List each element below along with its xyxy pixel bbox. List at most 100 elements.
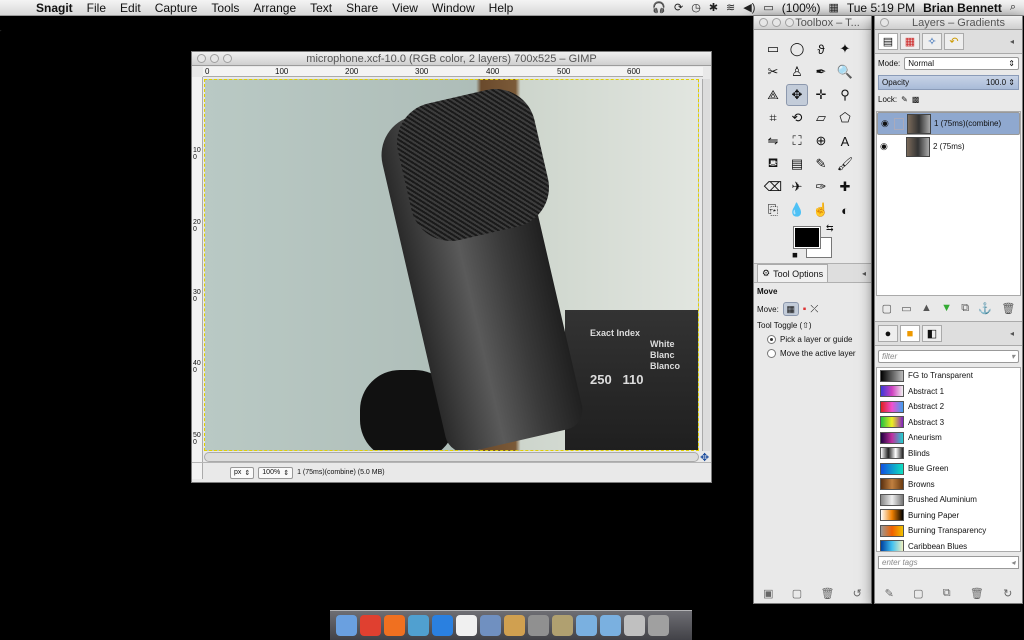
user-name[interactable]: Brian Bennett	[923, 1, 1002, 15]
dodge-icon[interactable]: ◐	[834, 199, 856, 221]
unified-transform-icon[interactable]: ⊕	[810, 130, 832, 152]
chain-toggle[interactable]	[894, 117, 904, 130]
dock-photo-icon[interactable]	[504, 615, 525, 636]
reset-options-icon[interactable]: ↺	[853, 587, 862, 600]
vertical-scrollbar[interactable]	[702, 79, 710, 451]
battery-icon[interactable]: ▭	[763, 1, 773, 14]
clock[interactable]: Tue 5:19 PM	[847, 1, 915, 15]
toolbox-titlebar[interactable]: Toolbox – T...	[754, 16, 871, 30]
zoom-select[interactable]: 100% ⇕	[258, 466, 294, 479]
dock-gimp-icon[interactable]	[552, 615, 573, 636]
gradient-item[interactable]: Browns	[877, 477, 1020, 493]
menu-window[interactable]: Window	[432, 1, 475, 15]
mode-select[interactable]: Normal ⇕	[904, 57, 1019, 70]
zoom-icon[interactable]: 🔍	[834, 61, 856, 83]
blend-icon[interactable]: ▤	[786, 153, 808, 175]
horizontal-ruler[interactable]: 0 100 200 300 400 500 600	[203, 67, 703, 77]
zoom-button[interactable]	[223, 54, 232, 63]
dock-finder-icon[interactable]	[336, 615, 357, 636]
align-icon[interactable]: ✛	[810, 84, 832, 106]
spotlight-icon[interactable]: ⌕	[1010, 1, 1016, 14]
opacity-slider[interactable]: Opacity 100.0 ⇕	[878, 75, 1019, 90]
tags-input[interactable]: enter tags ◂	[878, 556, 1019, 569]
anchor-layer-icon[interactable]: ⚓	[978, 302, 992, 315]
undo-tab-icon[interactable]: ↶	[944, 33, 964, 50]
foreground-color-swatch[interactable]	[793, 226, 821, 249]
blur-icon[interactable]: 💧	[786, 199, 808, 221]
gradient-item[interactable]: Abstract 2	[877, 399, 1020, 415]
minimize-button[interactable]	[210, 54, 219, 63]
rect-select-icon[interactable]: ▭	[762, 38, 784, 60]
smudge-icon[interactable]: ☝	[810, 199, 832, 221]
brushes-tab-icon[interactable]: ●	[878, 325, 898, 342]
dock-appstore-icon[interactable]	[432, 615, 453, 636]
volume-icon[interactable]: ◀)	[743, 1, 755, 14]
unit-select[interactable]: px ⇕	[230, 466, 255, 479]
layers-titlebar[interactable]: Layers – Gradients	[875, 16, 1022, 30]
gradient-filter-input[interactable]: filter ▾	[878, 350, 1019, 363]
image-window-titlebar[interactable]: microphone.xcf-10.0 (RGB color, 2 layers…	[192, 52, 711, 66]
tab-menu-icon[interactable]: ◂	[1010, 37, 1014, 46]
dock-calendar-icon[interactable]	[456, 615, 477, 636]
menu-text[interactable]: Text	[310, 1, 332, 15]
flag-icon[interactable]: ▦	[828, 1, 838, 14]
radio-pick-layer[interactable]	[767, 335, 776, 344]
save-options-icon[interactable]: ▣	[763, 587, 773, 600]
horizontal-scrollbar[interactable]	[204, 452, 699, 462]
dock-firefox-icon[interactable]	[384, 615, 405, 636]
gradient-item[interactable]: Brushed Aluminium	[877, 492, 1020, 508]
measure-icon[interactable]: ⟁	[762, 84, 784, 106]
paths-tab-icon[interactable]: ✧	[922, 33, 942, 50]
tab-menu-icon[interactable]: ◂	[862, 269, 866, 278]
minimize-button[interactable]	[772, 18, 781, 27]
free-select-icon[interactable]: ϑ	[810, 38, 832, 60]
layer-row[interactable]: ◉ 1 (75ms)(combine)	[877, 112, 1020, 135]
gradient-item[interactable]: Burning Paper	[877, 508, 1020, 524]
bluetooth-icon[interactable]: ✱	[709, 1, 718, 14]
delete-layer-icon[interactable]: 🗑	[1001, 302, 1015, 315]
new-layer-icon[interactable]: ▢	[882, 302, 892, 315]
lock-alpha-icon[interactable]: ▩	[912, 95, 920, 104]
gradient-item[interactable]: Burning Transparency	[877, 523, 1020, 539]
dock-folder-icon[interactable]	[576, 615, 597, 636]
menu-view[interactable]: View	[392, 1, 418, 15]
clone-icon[interactable]: ⎘	[762, 199, 784, 221]
swap-colors-icon[interactable]: ⇆	[826, 223, 834, 234]
menu-arrange[interactable]: Arrange	[253, 1, 296, 15]
rotate-icon[interactable]: ⟲	[786, 107, 808, 129]
bucket-fill-icon[interactable]: ⛾	[762, 153, 784, 175]
delete-options-icon[interactable]: 🗑	[820, 587, 834, 600]
paintbrush-icon[interactable]: 🖌	[834, 153, 856, 175]
shear-icon[interactable]: ▱	[810, 107, 832, 129]
tab-menu-icon[interactable]: ◂	[1010, 329, 1014, 338]
new-group-icon[interactable]: ▭	[901, 302, 911, 315]
new-gradient-icon[interactable]: ▢	[913, 587, 923, 600]
gradient-item[interactable]: Aneurism	[877, 430, 1020, 446]
ellipse-select-icon[interactable]: ◯	[786, 38, 808, 60]
foreground-select-icon[interactable]: ♙	[786, 61, 808, 83]
heal-icon[interactable]: ✚	[834, 176, 856, 198]
layer-row[interactable]: ◉ 2 (75ms)	[877, 135, 1020, 158]
duplicate-gradient-icon[interactable]: ⧉	[943, 587, 951, 600]
default-colors-icon[interactable]: ◼	[792, 251, 798, 259]
menu-file[interactable]: File	[87, 1, 106, 15]
zoom-button[interactable]	[785, 18, 794, 27]
sync-icon[interactable]: ⟳	[674, 1, 683, 14]
menu-edit[interactable]: Edit	[120, 1, 141, 15]
visibility-eye-icon[interactable]: ◉	[881, 118, 891, 129]
dock-docs-icon[interactable]	[624, 615, 645, 636]
time-machine-icon[interactable]: ◷	[691, 1, 701, 14]
wifi-icon[interactable]: ≋	[726, 1, 735, 14]
layers-tab-icon[interactable]: ▤	[878, 33, 898, 50]
edit-gradient-icon[interactable]: ✎	[885, 587, 894, 600]
flip-icon[interactable]: ⇋	[762, 130, 784, 152]
close-button[interactable]	[759, 18, 768, 27]
perspective-icon[interactable]: ⬠	[834, 107, 856, 129]
scissors-icon[interactable]: ✂	[762, 61, 784, 83]
ink-icon[interactable]: ✑	[810, 176, 832, 198]
dock-preview-icon[interactable]	[408, 615, 429, 636]
dock-textedit-icon[interactable]	[480, 615, 501, 636]
crop-icon[interactable]: ⌗	[762, 107, 784, 129]
gradient-item[interactable]: Abstract 3	[877, 415, 1020, 431]
headphones-icon[interactable]: 🎧	[652, 1, 666, 14]
